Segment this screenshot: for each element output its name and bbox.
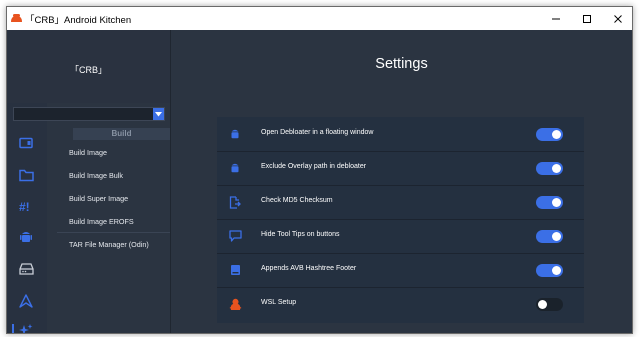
rom-folder-icon: [19, 137, 33, 149]
row-icon: [228, 127, 242, 141]
folder-icon: [18, 169, 34, 181]
linux-penguin-icon: [229, 298, 241, 310]
drive-icon: [18, 263, 34, 275]
menu-item-build-image[interactable]: Build Image: [69, 148, 107, 157]
row-icon: [228, 297, 242, 311]
setting-label: Open Debloater in a floating window: [261, 129, 374, 136]
file-export-icon: [229, 195, 241, 209]
setting-row-avb-hashtree: Appends AVB Hashtree Footer: [217, 253, 584, 287]
setting-label: Hide Tool Tips on buttons: [261, 231, 340, 238]
setting-toggle[interactable]: [536, 128, 563, 141]
row-icon: [228, 229, 242, 243]
menu-item-build-image-erofs[interactable]: Build Image EROFS: [69, 217, 134, 226]
menu-section-header: Build: [73, 128, 170, 140]
setting-toggle[interactable]: [536, 298, 563, 311]
setting-toggle[interactable]: [536, 196, 563, 209]
rail-settings-button[interactable]: [18, 322, 34, 333]
rail-folder-button[interactable]: [18, 167, 34, 183]
hashbang-icon: #!: [19, 200, 30, 213]
rail-drive-button[interactable]: [18, 261, 34, 277]
settings-page: Settings Open Debloater in a floating wi…: [171, 30, 632, 333]
window-title: 「CRB」Android Kitchen: [25, 15, 132, 26]
window-body: 「CRB」 #! Build Build Image Build Image B…: [7, 30, 632, 333]
close-icon: [614, 14, 622, 23]
setting-label: Appends AVB Hashtree Footer: [261, 265, 357, 272]
android-icon: [231, 163, 239, 173]
close-button[interactable]: [601, 7, 632, 30]
dropdown-arrow-button[interactable]: [153, 108, 164, 120]
device-dropdown[interactable]: [13, 107, 165, 121]
rail-rom-button[interactable]: [18, 135, 34, 151]
brand-label: 「CRB」: [69, 65, 107, 75]
toggle-knob: [552, 266, 561, 275]
menu-item-tar-file-manager[interactable]: TAR File Manager (Odin): [69, 240, 149, 249]
toggle-knob: [552, 130, 561, 139]
setting-row-md5-checksum: Check MD5 Checksum: [217, 185, 584, 219]
setting-label: Exclude Overlay path in debloater: [261, 163, 367, 170]
row-icon: [228, 161, 242, 175]
setting-row-wsl-setup: WSL Setup: [217, 287, 584, 321]
setting-row-hide-tooltips: Hide Tool Tips on buttons: [217, 219, 584, 253]
setting-row-exclude-overlay: Exclude Overlay path in debloater: [217, 151, 584, 185]
maximize-icon: [583, 14, 591, 23]
minimize-icon: [552, 18, 560, 19]
row-icon: [228, 195, 242, 209]
app-window: 「CRB」Android Kitchen 「CRB」 #! Build Buil…: [6, 6, 633, 334]
setting-toggle[interactable]: [536, 264, 563, 277]
setting-label: WSL Setup: [261, 299, 297, 306]
settings-list: Open Debloater in a floating window Excl…: [217, 117, 584, 323]
menu-item-build-super-image[interactable]: Build Super Image: [69, 194, 128, 203]
page-title: Settings: [375, 56, 428, 72]
setting-label: Check MD5 Checksum: [261, 197, 333, 204]
svg-text:#!: #!: [19, 200, 30, 213]
setting-toggle[interactable]: [536, 230, 563, 243]
toggle-knob: [552, 198, 561, 207]
toggle-knob: [552, 164, 561, 173]
setting-toggle[interactable]: [536, 162, 563, 175]
maximize-button[interactable]: [570, 7, 604, 30]
rail-arch-button[interactable]: [18, 293, 34, 309]
toggle-knob: [552, 232, 561, 241]
sparkle-icon: [19, 324, 33, 333]
menu-item-build-image-bulk[interactable]: Build Image Bulk: [69, 171, 123, 180]
brand-area: 「CRB」: [7, 30, 170, 103]
tooltip-icon: [228, 230, 242, 242]
sd-card-icon: [230, 265, 240, 275]
toggle-knob: [538, 300, 547, 309]
rail-debloat-button[interactable]: [18, 229, 34, 245]
menu-divider: [57, 232, 170, 233]
chevron-down-icon: [155, 111, 162, 116]
android-icon: [231, 129, 239, 139]
active-indicator: [12, 324, 14, 333]
build-menu: Build Build Image Build Image Bulk Build…: [47, 128, 170, 333]
arch-icon: [19, 294, 33, 308]
setting-row-floating-debloater: Open Debloater in a floating window: [217, 117, 584, 151]
minimize-button[interactable]: [539, 7, 573, 30]
title-bar: 「CRB」Android Kitchen: [7, 7, 632, 30]
android-icon: [20, 232, 32, 242]
rail-script-button[interactable]: #!: [18, 198, 34, 214]
app-logo-icon: [11, 14, 22, 22]
row-icon: [228, 263, 242, 277]
